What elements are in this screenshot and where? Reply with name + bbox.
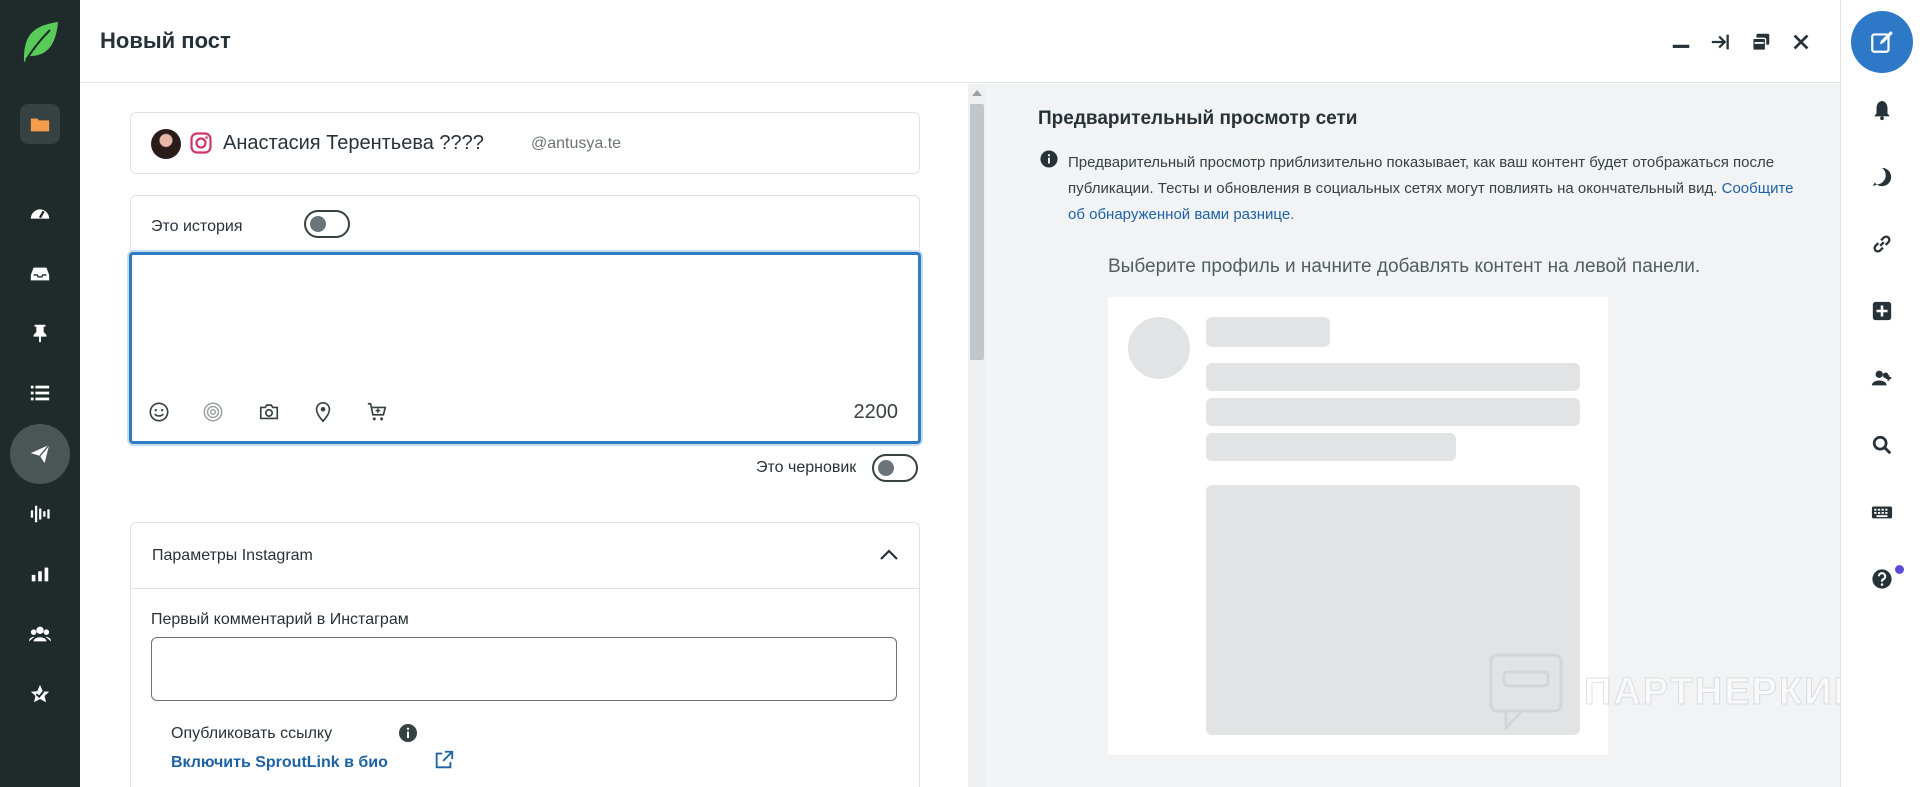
draft-toggle-label: Это черновик xyxy=(756,459,857,476)
scrollbar-thumb[interactable] xyxy=(970,104,984,360)
modal-header: Новый пост xyxy=(80,0,1840,83)
bar-chart-icon[interactable] xyxy=(20,554,60,594)
minimize-icon[interactable] xyxy=(1668,29,1694,55)
watermark-logo-icon xyxy=(1489,653,1563,732)
avatar xyxy=(151,129,181,159)
pin-icon[interactable] xyxy=(20,313,60,353)
instagram-params-header[interactable]: Параметры Instagram xyxy=(131,523,919,589)
keyboard-icon[interactable] xyxy=(1867,497,1897,527)
profile-selector[interactable]: Анастасия Терентьева ???? @antusya.te xyxy=(130,112,920,174)
skeleton-avatar xyxy=(1128,317,1190,379)
star-check-icon[interactable] xyxy=(20,674,60,714)
plus-square-icon[interactable] xyxy=(1867,296,1897,326)
camera-icon[interactable] xyxy=(256,399,282,425)
audio-waves-icon[interactable] xyxy=(20,494,60,534)
cart-icon[interactable] xyxy=(364,399,390,425)
story-toggle[interactable] xyxy=(304,210,350,238)
story-toggle-label: Это история xyxy=(151,218,243,235)
inbox-icon[interactable] xyxy=(20,254,60,294)
help-notification-dot xyxy=(1895,565,1904,574)
instagram-icon xyxy=(189,131,213,155)
collapse-to-right-icon[interactable] xyxy=(1708,29,1734,55)
compose-form-panel: Анастасия Терентьева ???? @antusya.te Эт… xyxy=(80,84,968,787)
skeleton-line xyxy=(1206,363,1580,391)
instagram-params-title: Параметры Instagram xyxy=(152,547,313,564)
users-icon[interactable] xyxy=(20,614,60,654)
draft-toggle[interactable] xyxy=(872,454,918,482)
info-icon[interactable] xyxy=(398,723,418,743)
sproutlink-link[interactable]: Включить SproutLink в био xyxy=(171,754,388,772)
emoji-icon[interactable] xyxy=(146,399,172,425)
preview-title: Предварительный просмотр сети xyxy=(1038,108,1358,129)
compose-icon[interactable] xyxy=(1851,11,1913,73)
post-editor: 2200 xyxy=(129,252,921,444)
right-sidebar xyxy=(1840,0,1920,787)
left-sidebar xyxy=(0,0,80,787)
skeleton-line xyxy=(1206,433,1456,461)
folder-icon[interactable] xyxy=(20,104,60,144)
gauge-icon[interactable] xyxy=(20,194,60,234)
publish-link-label: Опубликовать ссылку xyxy=(171,725,333,742)
preview-description: Предварительный просмотр приблизительно … xyxy=(1068,150,1798,228)
send-icon[interactable] xyxy=(10,424,70,484)
watermark: ПАРТНЕРКИН xyxy=(1488,652,1863,732)
chevron-up-icon[interactable] xyxy=(877,543,901,567)
preview-description-text: Предварительный просмотр приблизительно … xyxy=(1068,154,1775,197)
info-icon xyxy=(1040,150,1058,168)
character-counter: 2200 xyxy=(853,401,899,423)
search-icon[interactable] xyxy=(1867,430,1897,460)
first-comment-label: Первый комментарий в Инстаграм xyxy=(151,611,409,628)
link-icon[interactable] xyxy=(1867,229,1897,259)
instagram-params-card: Параметры Instagram Первый комментарий в… xyxy=(130,522,920,787)
location-pin-icon[interactable] xyxy=(310,399,336,425)
first-comment-input[interactable] xyxy=(151,637,897,701)
external-link-icon[interactable] xyxy=(433,749,455,771)
post-text-input[interactable] xyxy=(146,265,901,375)
profile-name: Анастасия Терентьева ???? xyxy=(223,132,484,154)
watermark-text: ПАРТНЕРКИН xyxy=(1584,670,1863,713)
bell-icon[interactable] xyxy=(1867,95,1897,125)
preview-hint: Выберите профиль и начните добавлять кон… xyxy=(1108,256,1701,277)
user-plus-icon[interactable] xyxy=(1867,363,1897,393)
skeleton-line xyxy=(1206,398,1580,426)
list-icon[interactable] xyxy=(20,373,60,413)
profile-handle: @antusya.te xyxy=(531,135,622,152)
sprout-logo-icon[interactable] xyxy=(20,20,60,64)
duplicate-icon[interactable] xyxy=(1748,29,1774,55)
page-title: Новый пост xyxy=(100,28,231,53)
scroll-up-arrow-icon[interactable] xyxy=(972,90,982,96)
target-icon[interactable] xyxy=(200,399,226,425)
close-icon[interactable] xyxy=(1788,29,1814,55)
form-scrollbar[interactable] xyxy=(968,84,986,787)
activity-icon[interactable] xyxy=(1867,162,1897,192)
help-icon[interactable] xyxy=(1867,564,1897,594)
skeleton-line xyxy=(1206,317,1330,347)
